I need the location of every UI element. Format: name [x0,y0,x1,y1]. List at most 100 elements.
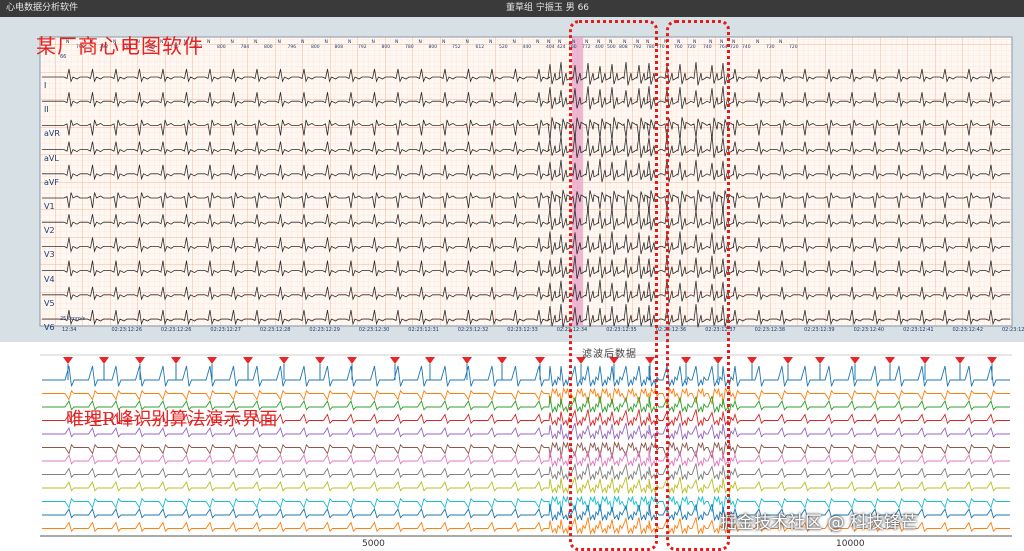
r-peak-markers [63,357,997,380]
lead-label: aVL [44,153,59,163]
beat-marker-label: N [207,39,210,45]
r-peak-marker [850,357,860,364]
x-tick-10000: 10000 [836,539,865,549]
r-peak-marker [135,357,145,364]
time-label: 02:23:12:39 [804,327,835,333]
beat-marker-label: N [442,39,445,45]
beat-interval-label: 800 [429,44,438,50]
beat-interval-label: 800 [382,44,391,50]
beat-marker-label: N [278,39,281,45]
beat-interval-label: 780 [405,44,414,50]
time-label: 02:23:12:30 [359,327,390,333]
r-peak-marker [747,357,757,364]
beat-marker-label: N [779,39,782,45]
time-label: 02:23:12:42 [953,327,984,333]
time-axis: 12:34 02:23:12:26 02:23:12:26 02:23:12:27 02… [62,327,1024,333]
time-label: 12:34 [62,327,76,333]
beat-interval-label: 612 [476,44,485,50]
r-peak-marker [425,357,435,364]
r-peak-marker [987,357,997,364]
r-peak-marker [955,357,965,364]
ecg-grid [39,36,1013,327]
beat-marker-label: N [547,39,550,45]
r-peak-marker [783,357,793,364]
algorithm-demo-label: 唯理R峰识别算法演示界面 [66,409,278,430]
beat-marker-label: N [419,39,422,45]
filtered-trace [42,365,1010,387]
beat-interval-label: 752 [452,44,461,50]
beat-interval-label: 800 [264,44,273,50]
title-bar: 心电数据分析软件 董草组 宁振玉 男 66 [0,0,1024,17]
highlight-box-2 [666,20,730,551]
r-peak-marker [63,357,73,364]
beat-interval-label: 808 [335,44,344,50]
lead-label: V3 [44,250,55,260]
beat-marker-label: N [513,39,516,45]
beat-marker-label: N [254,39,257,45]
r-peak-marker [315,357,325,364]
r-peak-marker [279,357,289,364]
beat-marker-label: N [756,39,759,45]
r-peak-marker [815,357,825,364]
beat-interval-label: 796 [288,44,297,50]
scale-label: 25.0mm/s [60,316,86,322]
r-peak-marker [347,357,357,364]
beat-marker-label: N [348,39,351,45]
lead-label: V5 [44,298,55,308]
time-label: 02:23:12:29 [309,327,340,333]
x-tick-5000: 5000 [362,539,385,549]
filtered-trace [42,476,1010,495]
beat-marker-label: N [301,39,304,45]
lead-label: V4 [44,274,55,284]
time-label: 02:23:12:41 [903,327,934,333]
r-peak-marker [207,357,217,364]
beat-marker-label: N [325,39,328,45]
time-label: 02:23:12:43 [1002,327,1024,333]
r-peak-marker [535,357,545,364]
lead-label: V2 [44,226,55,236]
beat-interval-label: 784 [241,44,250,50]
beat-marker-label: N [372,39,375,45]
time-label: 02:23:12:26 [161,327,192,333]
beat-marker-label: N [732,39,735,45]
beat-interval-label: 730 [766,44,775,50]
filtered-trace [42,462,1010,481]
beat-interval-label: 720 [789,44,798,50]
beat-marker-label: N [466,39,469,45]
time-label: 02:23:12:31 [408,327,439,333]
beat-interval-label: 792 [358,44,367,50]
beat-interval-label: 520 [499,44,508,50]
app-title: 心电数据分析软件 [6,3,79,13]
watermark: 掘金技术社区 @ 科技锋芒 [720,513,918,533]
highlight-box-1 [569,20,658,551]
lead-label: II [44,105,49,115]
beat-marker-label: N [536,39,539,45]
ecg-12-lead-grid: N796N792N784N788N776N812N800N784N800N796… [39,36,1024,333]
beat-marker-label: N [395,39,398,45]
time-label: 02:23:12:38 [755,327,786,333]
r-peak-marker [462,357,472,364]
vendor-ecg-panel: N 796 N 792 N 784 N 788 N 776 N 812 N 800 N 784 N 800 N 796… [0,17,1024,342]
lead-label: aVF [44,177,59,187]
lead-label: V1 [44,202,55,211]
beat-interval-label: 800 [311,44,320,50]
lead-label: V6 [44,323,55,332]
beat-interval-label: 440 [523,44,532,50]
beat-marker-label: N [231,39,234,45]
patient-info: 董草组 宁振玉 男 66 [506,3,590,13]
time-label: 02:23:12:27 [210,327,241,333]
r-peak-marker [497,357,507,364]
r-peak-marker [171,357,181,364]
r-peak-marker [99,357,109,364]
time-label: 02:23:12:26 [112,327,143,333]
beat-marker-label: N [558,39,561,45]
time-label: 02:23:12:33 [507,327,538,333]
time-label: 02:23:12:32 [458,327,489,333]
time-label: 02:23:12:28 [260,327,291,333]
beat-interval-label: 800 [217,44,226,50]
r-peak-marker [920,357,930,364]
r-peak-marker [390,357,400,364]
lead-label: aVR [44,129,60,139]
r-peak-marker [243,357,253,364]
vendor-software-label: 某厂商心电图软件 [36,34,204,58]
